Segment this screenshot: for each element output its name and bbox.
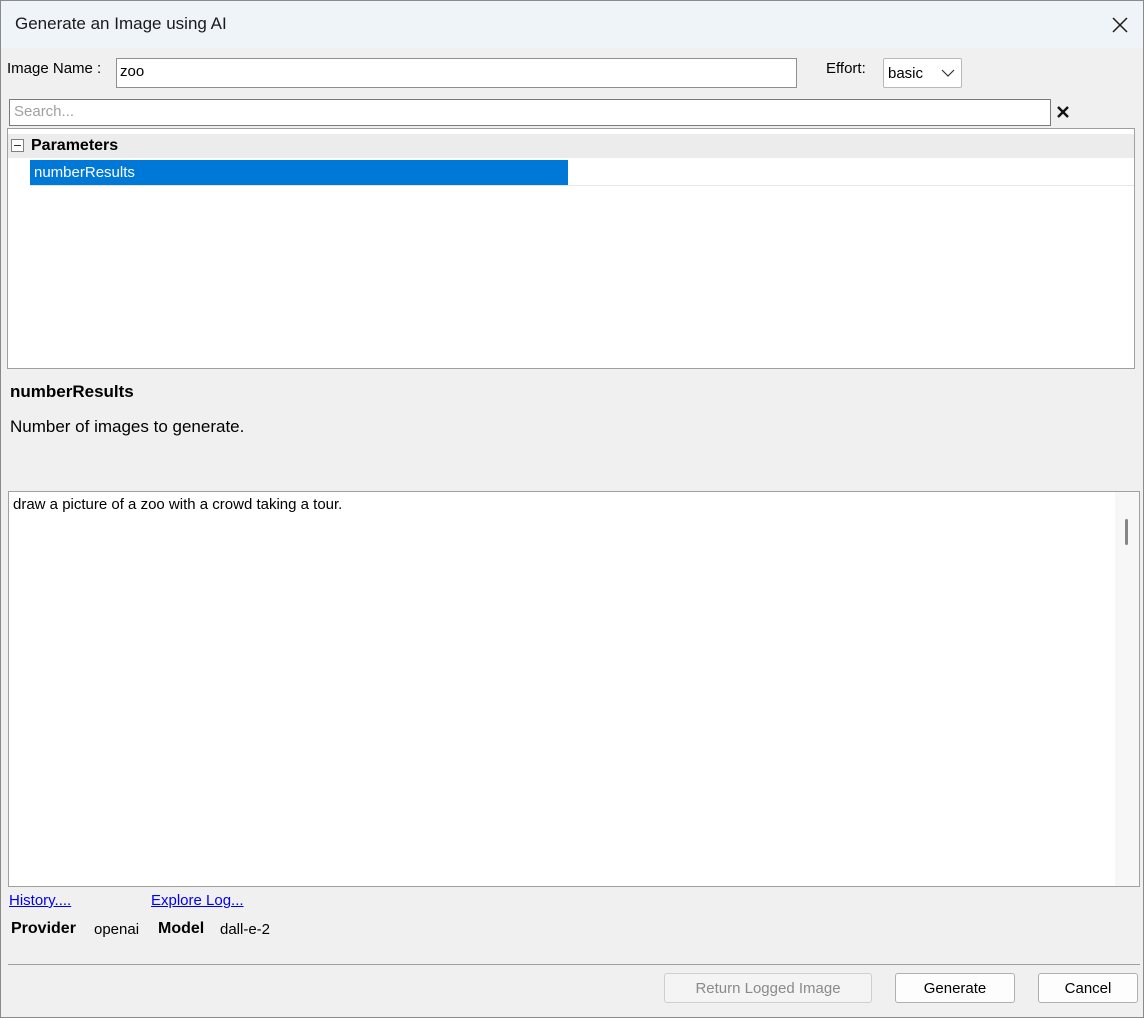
collapse-toggle-icon[interactable]	[11, 139, 24, 152]
search-input[interactable]: Search...	[9, 99, 1051, 126]
provider-label: Provider	[11, 920, 76, 937]
return-logged-image-button[interactable]: Return Logged Image	[664, 973, 872, 1003]
tree-row-number-results[interactable]: numberResults	[30, 160, 1134, 186]
prompt-scrollbar[interactable]	[1115, 492, 1139, 886]
clear-search-icon[interactable]	[1055, 104, 1071, 120]
image-name-input[interactable]: zoo	[116, 58, 797, 88]
description-title: numberResults	[10, 382, 134, 401]
prompt-textarea[interactable]: draw a picture of a zoo with a crowd tak…	[8, 491, 1140, 887]
effort-select[interactable]: basic	[883, 58, 962, 88]
effort-select-value: basic	[888, 64, 924, 82]
explore-log-link[interactable]: Explore Log...	[151, 892, 244, 909]
scrollbar-thumb[interactable]	[1125, 519, 1128, 545]
prompt-text: draw a picture of a zoo with a crowd tak…	[13, 496, 343, 513]
close-button[interactable]	[1097, 1, 1143, 48]
parameters-tree: Parameters numberResults	[7, 128, 1135, 369]
generate-button[interactable]: Generate	[895, 973, 1015, 1003]
dialog-window: Generate an Image using AI Image Name : …	[0, 0, 1144, 1018]
history-link[interactable]: History....	[9, 892, 71, 909]
close-icon	[1112, 16, 1128, 33]
provider-value: openai	[94, 921, 140, 938]
model-value: dall-e-2	[220, 921, 271, 938]
window-title: Generate an Image using AI	[15, 14, 227, 33]
tree-group-parameters[interactable]: Parameters	[8, 134, 1134, 158]
cancel-button[interactable]: Cancel	[1038, 973, 1138, 1003]
chevron-down-icon	[941, 69, 955, 77]
model-label: Model	[158, 920, 205, 937]
title-bar: Generate an Image using AI	[1, 1, 1143, 48]
button-separator	[8, 964, 1140, 965]
image-name-label: Image Name :	[7, 60, 102, 77]
effort-label: Effort:	[826, 60, 866, 77]
tree-group-label: Parameters	[31, 137, 119, 154]
description-text: Number of images to generate.	[10, 417, 245, 436]
tree-row-label: numberResults	[30, 160, 568, 185]
